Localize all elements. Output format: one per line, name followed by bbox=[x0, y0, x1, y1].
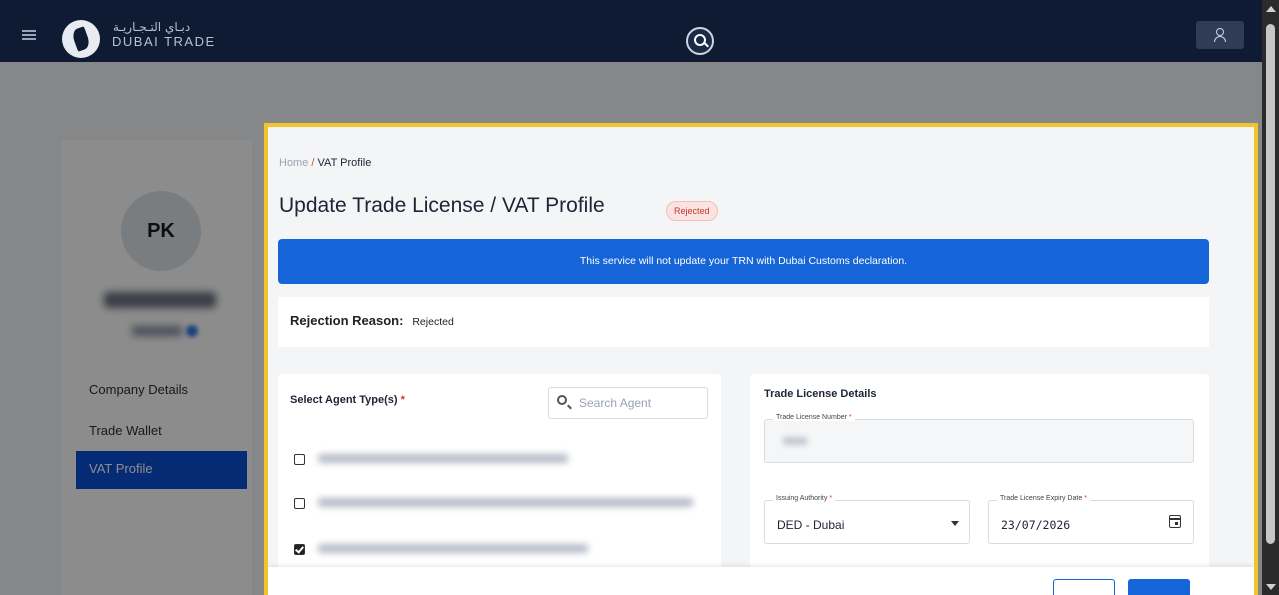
trade-license-title: Trade License Details bbox=[764, 388, 877, 400]
scroll-down-arrow-icon[interactable] bbox=[1266, 584, 1276, 590]
blurred-agent-name bbox=[318, 454, 568, 463]
agent-type-option[interactable] bbox=[294, 498, 694, 512]
required-mark: * bbox=[1084, 495, 1087, 502]
dubai-trade-logo-icon[interactable] bbox=[62, 20, 100, 58]
expiry-date-label: Trade License Expiry Date * bbox=[997, 495, 1090, 502]
rejection-reason-label: Rejection Reason: bbox=[290, 313, 404, 328]
blurred-agent-name bbox=[318, 544, 588, 553]
scroll-up-arrow-icon[interactable] bbox=[1266, 6, 1276, 12]
breadcrumb-current: VAT Profile bbox=[317, 157, 372, 169]
agent-type-panel: Select Agent Type(s) * Search Agent bbox=[278, 374, 721, 595]
issuing-authority-select[interactable]: Issuing Authority * DED - Dubai bbox=[764, 495, 970, 544]
user-account-icon[interactable] bbox=[1196, 21, 1244, 49]
trade-license-expiry-date-field[interactable]: Trade License Expiry Date * 23/07/2026 bbox=[988, 495, 1194, 544]
page-scrollbar[interactable] bbox=[1262, 0, 1279, 595]
calendar-icon[interactable] bbox=[1169, 515, 1181, 528]
breadcrumb-separator: / bbox=[311, 157, 315, 169]
status-badge: Rejected bbox=[666, 201, 718, 221]
required-mark: * bbox=[829, 495, 833, 502]
cancel-button[interactable] bbox=[1053, 579, 1115, 595]
expiry-date-label-text: Trade License Expiry Date bbox=[1000, 495, 1083, 502]
search-icon bbox=[557, 395, 567, 405]
blurred-license-number bbox=[783, 437, 807, 445]
trade-license-number-label: Trade License Number * bbox=[773, 414, 855, 421]
logo-arabic-text: دبـاي التـجـاريـة bbox=[113, 20, 191, 34]
breadcrumb-home-link[interactable]: Home bbox=[279, 157, 308, 169]
issuing-authority-value: DED - Dubai bbox=[777, 518, 845, 532]
agent-type-title: Select Agent Type(s) * bbox=[290, 394, 405, 406]
chevron-down-icon[interactable] bbox=[951, 521, 959, 526]
required-mark: * bbox=[848, 414, 852, 421]
rejection-reason-box: Rejection Reason: Rejected bbox=[278, 297, 1209, 347]
logo-text: DUBAI TRADE bbox=[112, 34, 216, 49]
info-banner: This service will not update your TRN wi… bbox=[278, 239, 1209, 284]
trade-license-panel: Trade License Details Trade License Numb… bbox=[750, 374, 1209, 595]
issuing-authority-label: Issuing Authority * bbox=[773, 495, 836, 502]
submit-button[interactable] bbox=[1128, 579, 1190, 595]
top-navigation-bar: دبـاي التـجـاريـة DUBAI TRADE bbox=[0, 0, 1262, 62]
action-footer bbox=[268, 567, 1254, 595]
hamburger-menu-icon[interactable] bbox=[22, 30, 36, 40]
expiry-date-value: 23/07/2026 bbox=[1001, 518, 1071, 532]
issuing-authority-label-text: Issuing Authority bbox=[776, 495, 828, 502]
agent-type-title-text: Select Agent Type(s) bbox=[290, 394, 398, 406]
search-agent-placeholder: Search Agent bbox=[579, 396, 652, 410]
breadcrumb: Home / VAT Profile bbox=[279, 157, 371, 169]
agent-type-checkbox[interactable] bbox=[294, 454, 305, 465]
agent-type-option[interactable] bbox=[294, 544, 594, 558]
agent-type-checkbox-checked[interactable] bbox=[294, 544, 305, 555]
blurred-agent-name bbox=[318, 498, 693, 507]
update-trade-license-panel: Home / VAT Profile Update Trade License … bbox=[264, 123, 1258, 595]
page-title: Update Trade License / VAT Profile bbox=[279, 194, 605, 217]
scroll-thumb[interactable] bbox=[1266, 24, 1275, 544]
search-icon[interactable] bbox=[686, 27, 714, 55]
agent-type-option[interactable] bbox=[294, 454, 594, 468]
required-mark: * bbox=[400, 394, 405, 406]
agent-type-checkbox[interactable] bbox=[294, 498, 305, 509]
trade-license-number-label-text: Trade License Number bbox=[776, 414, 847, 421]
rejection-reason-value: Rejected bbox=[412, 316, 454, 328]
trade-license-number-field[interactable]: Trade License Number * bbox=[764, 414, 1194, 463]
search-agent-input[interactable]: Search Agent bbox=[548, 387, 708, 419]
